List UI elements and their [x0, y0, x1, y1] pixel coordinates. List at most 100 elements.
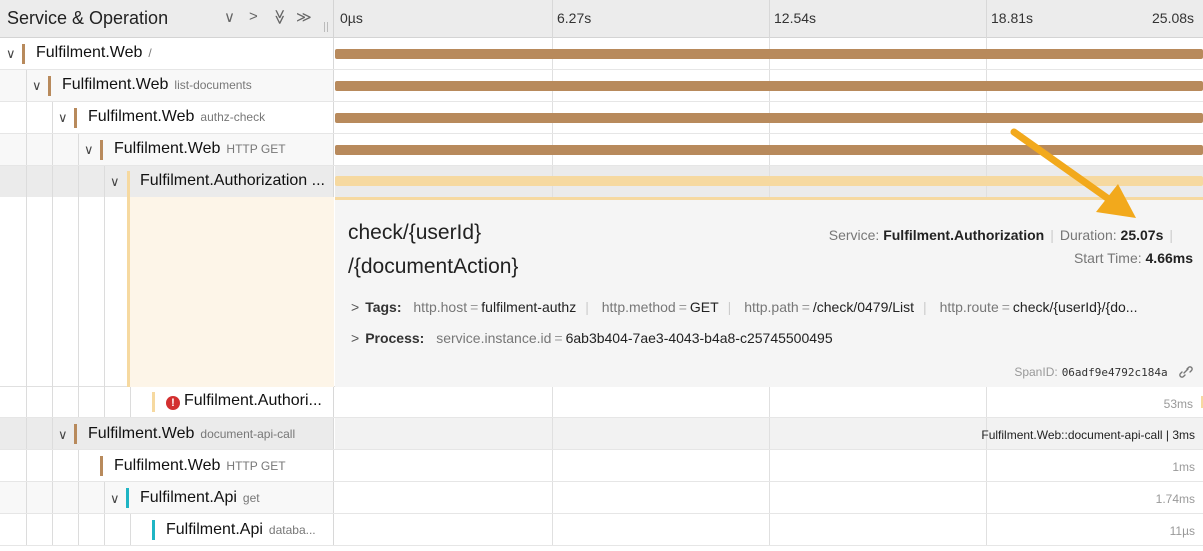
span-row[interactable]: ∨ Fulfilment.Api get 1.74ms [0, 482, 1203, 514]
span-overview: Service: Fulfilment.Authorization | Durati… [828, 227, 1173, 243]
span-duration: 53ms [1163, 397, 1193, 411]
tree-guide [78, 450, 79, 481]
service-color-swatch [100, 140, 103, 160]
span-row[interactable]: Fulfilment.Api databa... 11µs [0, 514, 1203, 546]
grid-line [769, 514, 770, 545]
tick-label: 6.27s [557, 10, 592, 26]
span-name-cell[interactable]: ∨ Fulfilment.Web list-documents [0, 70, 334, 101]
grid-line [552, 450, 553, 481]
duration-value: 25.07s [1120, 227, 1164, 243]
service-color-swatch [127, 197, 130, 387]
tree-guide [104, 197, 105, 387]
detail-content: check/{userId} /{documentAction} Service… [335, 197, 1203, 387]
tree-guide [104, 387, 105, 417]
tick-label: 18.81s [991, 10, 1034, 26]
span-row[interactable]: ∨ Fulfilment.Web / [0, 38, 1203, 70]
chevron-down-icon[interactable]: ∨ [110, 491, 120, 507]
service-color-swatch [126, 488, 129, 508]
tree-guide [78, 387, 79, 417]
span-timeline[interactable]: 1ms [335, 450, 1203, 481]
tree-guide [26, 102, 27, 133]
expand-all-icon[interactable]: ≫ [296, 8, 312, 26]
chevron-down-icon[interactable]: ∨ [58, 110, 68, 126]
span-label: Fulfilment.Api databa... [166, 521, 316, 538]
tree-guide [26, 482, 27, 513]
tags-row[interactable]: > Tags: http.host = fulfilment-authz | http.… [351, 299, 1137, 315]
span-timeline[interactable]: Fulfilment.Web::document-api-call | 3ms [335, 418, 1203, 449]
span-duration: 1.74ms [1155, 492, 1195, 506]
tree-guide [52, 166, 53, 197]
service-color-swatch [48, 76, 51, 96]
span-name-cell[interactable]: Fulfilment.Web HTTP GET [0, 450, 334, 481]
chevron-down-icon[interactable]: ∨ [84, 142, 94, 158]
span-duration: 11µs [1169, 524, 1195, 538]
span-timeline[interactable]: 11µs [335, 514, 1203, 545]
span-row[interactable]: Fulfilment.Web HTTP GET 1ms [0, 450, 1203, 482]
span-timeline[interactable]: 53ms [335, 387, 1203, 417]
span-timeline[interactable] [335, 70, 1203, 101]
span-row[interactable]: ∨ Fulfilment.Web document-api-call Fulfil… [0, 418, 1203, 450]
span-label: Fulfilment.Web document-api-call [88, 425, 296, 442]
span-label: Fulfilment.Web HTTP GET [114, 457, 286, 474]
link-icon[interactable] [1179, 366, 1193, 378]
span-name-cell[interactable]: Fulfilment.Api databa... [0, 514, 334, 545]
service-value: Fulfilment.Authorization [883, 227, 1045, 243]
span-name-cell[interactable]: ∨ Fulfilment.Web document-api-call [0, 418, 334, 449]
service-color-swatch [152, 520, 155, 540]
span-name-cell[interactable]: ∨ Fulfilment.Web authz-check [0, 102, 334, 133]
tick-line [986, 0, 987, 38]
service-color-swatch [152, 392, 155, 412]
span-row[interactable]: ! Fulfilment.Authori... 53ms [0, 387, 1203, 418]
tick-label: 12.54s [774, 10, 817, 26]
chevron-right-icon[interactable]: > [351, 299, 359, 315]
span-label: Fulfilment.Authorization ... [140, 172, 325, 189]
chevron-down-icon[interactable]: ∨ [32, 78, 42, 94]
collapse-one-icon[interactable]: ∨ [224, 8, 235, 26]
span-bar[interactable] [335, 81, 1203, 91]
tree-guide [26, 450, 27, 481]
span-duration: 1ms [1172, 460, 1195, 474]
chevron-down-icon[interactable]: ∨ [6, 46, 16, 62]
chevron-down-icon[interactable]: ∨ [58, 427, 68, 443]
detail-fill [129, 197, 334, 387]
trace-header: Service & Operation ∨ > ≫ ≫ 0µs 6.27s 12… [0, 0, 1203, 38]
service-color-swatch [22, 44, 25, 64]
span-bar[interactable] [335, 49, 1203, 59]
span-label: Fulfilment.Web authz-check [88, 108, 266, 125]
resize-handle[interactable] [324, 22, 325, 32]
error-icon: ! [166, 396, 180, 410]
tree-guide [26, 166, 27, 197]
chevron-right-icon[interactable]: > [351, 330, 359, 346]
collapse-all-icon[interactable]: ≫ [271, 9, 289, 25]
tree-guide [104, 514, 105, 545]
header-divider [333, 0, 334, 38]
detail-left-gutter [0, 197, 334, 387]
tick-label: 0µs [340, 10, 363, 26]
grid-line [769, 387, 770, 417]
resize-handle-2[interactable] [327, 22, 328, 32]
tree-guide [26, 197, 27, 387]
span-name-cell[interactable]: ∨ Fulfilment.Web / [0, 38, 334, 69]
grid-line [552, 514, 553, 545]
span-timeline[interactable]: 1.74ms [335, 482, 1203, 513]
tree-guide [52, 197, 53, 387]
tree-guide [130, 514, 131, 545]
expand-one-icon[interactable]: > [249, 8, 258, 25]
span-timeline[interactable] [335, 38, 1203, 69]
span-name-cell[interactable]: ∨ Fulfilment.Web HTTP GET [0, 134, 334, 165]
tick-line [552, 0, 553, 38]
service-color-swatch [74, 108, 77, 128]
tree-guide [104, 482, 105, 513]
tree-guide [52, 514, 53, 545]
chevron-down-icon[interactable]: ∨ [110, 174, 120, 190]
process-row[interactable]: > Process: service.instance.id = 6ab3b404-7… [351, 330, 833, 346]
span-name-cell[interactable]: ∨ Fulfilment.Authorization ... [0, 166, 334, 197]
span-label: Fulfilment.Api get [140, 489, 260, 506]
span-row[interactable]: ∨ Fulfilment.Web list-documents [0, 70, 1203, 102]
tree-guide [78, 166, 79, 197]
service-color-swatch [74, 424, 77, 444]
span-label: Fulfilment.Web HTTP GET [114, 140, 286, 157]
span-name-cell[interactable]: ∨ Fulfilment.Api get [0, 482, 334, 513]
span-name-cell[interactable]: ! Fulfilment.Authori... [0, 387, 334, 417]
tree-guide [52, 418, 53, 449]
